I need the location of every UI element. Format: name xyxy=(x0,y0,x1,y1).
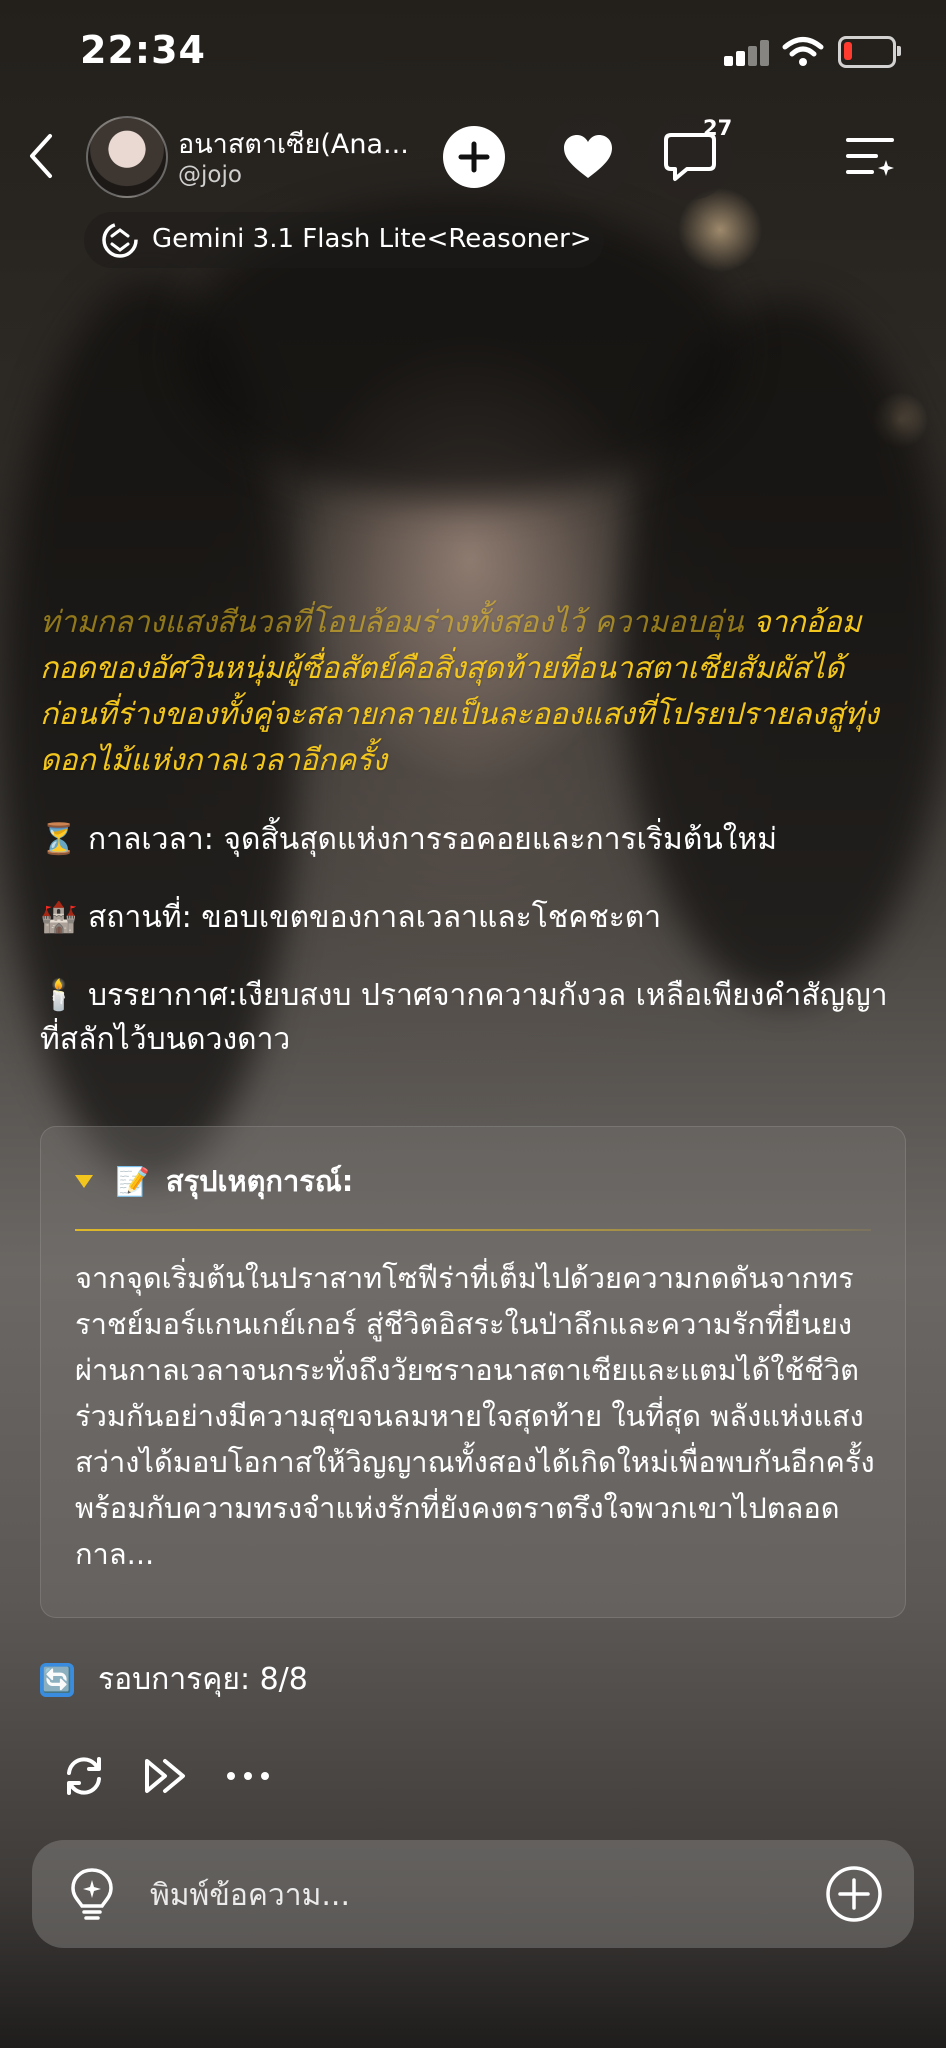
fast-forward-icon xyxy=(145,1759,185,1793)
mood-line: 🕯️ บรรยากาศ:เงียบสงบ ปราศจากความกังวล เหล… xyxy=(40,974,900,1062)
candle-icon: 🕯️ xyxy=(40,978,78,1013)
round-counter: 🔄 รอบการคุย: 8/8 xyxy=(40,1656,308,1703)
memo-icon: 📝 xyxy=(115,1164,150,1198)
heart-icon xyxy=(564,135,612,178)
hourglass-icon: ⏳ xyxy=(40,822,78,857)
round-counter-text: รอบการคุย: 8/8 xyxy=(98,1662,308,1697)
status-time: 22:34 xyxy=(80,28,206,72)
castle-icon: 🏰 xyxy=(40,900,78,935)
model-selector[interactable]: Gemini 3.1 Flash Lite<Reasoner> xyxy=(84,212,604,268)
summary-card[interactable]: 📝 สรุปเหตุการณ์: จากจุดเริ่มต้นในปราสาทโ… xyxy=(40,1126,906,1618)
message-input-bar xyxy=(32,1840,914,1950)
model-switch-icon xyxy=(102,222,138,258)
chat-count-badge: 27 xyxy=(703,116,733,140)
wifi-icon xyxy=(782,37,824,66)
creator-handle: @jojo xyxy=(178,162,242,188)
repeat-icon: 🔄 xyxy=(40,1662,74,1697)
continue-button[interactable] xyxy=(138,1748,194,1804)
character-profile[interactable]: อนาสตาเซีย(Ana... @jojo xyxy=(80,112,420,200)
menu-sparkle-icon[interactable] xyxy=(842,128,898,184)
summary-divider xyxy=(75,1229,871,1231)
message-input[interactable] xyxy=(148,1840,812,1950)
plus-icon xyxy=(458,141,490,173)
follow-button[interactable] xyxy=(443,126,505,188)
collapse-triangle-icon[interactable] xyxy=(75,1174,93,1188)
lightbulb-icon[interactable] xyxy=(64,1866,120,1922)
place-line: 🏰 สถานที่: ขอบเขตของกาลเวลาและโชคชะตา xyxy=(40,896,900,940)
status-bar: 22:34 xyxy=(0,0,946,100)
story-text: ท่ามกลางแสงสีนวลที่โอบล้อมร่างทั้งสองไว้… xyxy=(40,600,900,784)
character-name: อนาสตาเซีย(Ana... xyxy=(178,129,409,160)
model-name: Gemini 3.1 Flash Lite<Reasoner> xyxy=(152,224,592,254)
battery-icon xyxy=(838,36,901,68)
more-options-button[interactable] xyxy=(220,1748,276,1804)
chat-message: ท่ามกลางแสงสีนวลที่โอบล้อมร่างทั้งสองไว้… xyxy=(40,600,900,1062)
summary-header[interactable]: 📝 สรุปเหตุการณ์: xyxy=(75,1161,353,1201)
story-text-faded: ท่ามกลางแสงสีนวลที่โอบล้อมร่างทั้งสองไว้… xyxy=(40,605,744,640)
more-dots-icon xyxy=(227,1772,269,1780)
summary-body: จากจุดเริ่มต้นในปราสาทโซฟีร่าที่เต็มไปด้… xyxy=(75,1261,875,1571)
like-button[interactable] xyxy=(545,114,631,200)
back-chevron-icon[interactable] xyxy=(22,126,62,186)
summary-title: สรุปเหตุการณ์: xyxy=(165,1164,354,1198)
regenerate-button[interactable] xyxy=(56,1748,112,1804)
add-attachment-icon[interactable] xyxy=(824,1864,884,1924)
avatar[interactable] xyxy=(86,116,168,198)
cellular-signal-icon xyxy=(724,40,772,66)
mood-line-text: บรรยากาศ:เงียบสงบ ปราศจากความกังวล เหลือ… xyxy=(40,978,888,1057)
message-actions xyxy=(56,1748,302,1804)
time-line-text: กาลเวลา: จุดสิ้นสุดแห่งการรอคอยและการเริ… xyxy=(88,822,778,857)
refresh-icon xyxy=(67,1757,101,1795)
time-line: ⏳ กาลเวลา: จุดสิ้นสุดแห่งการรอคอยและการเร… xyxy=(40,818,900,862)
place-line-text: สถานที่: ขอบเขตของกาลเวลาและโชคชะตา xyxy=(88,900,662,935)
